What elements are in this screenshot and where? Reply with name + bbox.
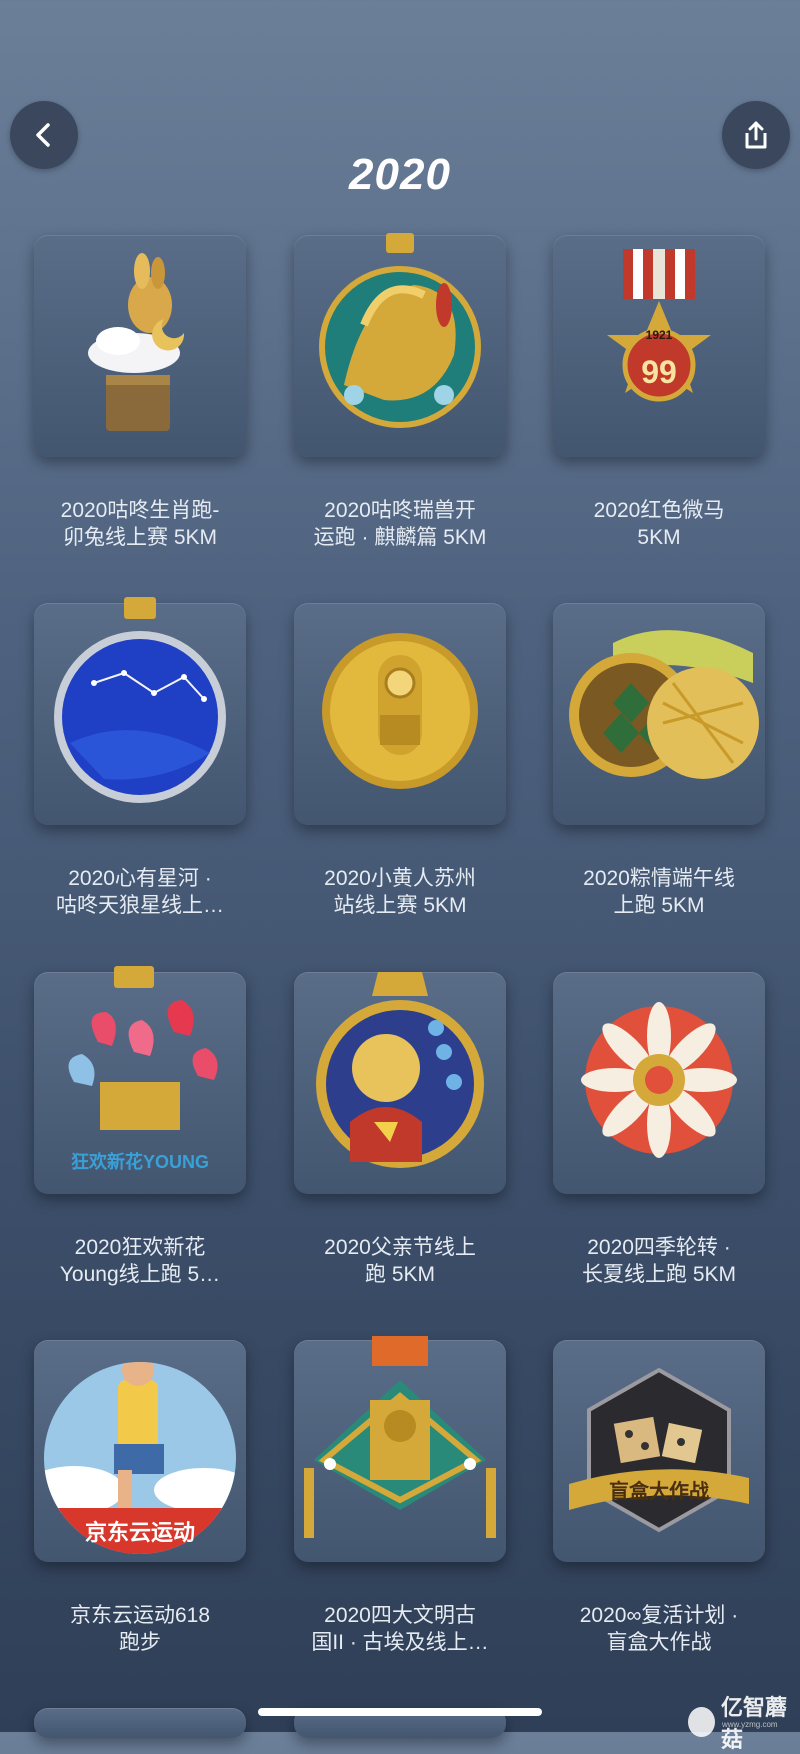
svg-text:狂欢新花YOUNG: 狂欢新花YOUNG (71, 1151, 209, 1172)
balloon-medal-icon: 狂欢新花YOUNG (68, 966, 218, 1172)
mandala-medal-icon (581, 1002, 737, 1158)
superman-medal-icon (316, 972, 484, 1168)
egypt-medal-icon (304, 1336, 496, 1538)
medal-card-egypt[interactable] (294, 1336, 506, 1562)
medal-label: 2020∞复活计划 · 盲盒大作战 (579, 1604, 739, 1654)
medal-card-runner[interactable]: 京东云运动 (34, 1340, 246, 1562)
rabbit-medal-icon (88, 253, 185, 431)
star-river-medal-icon (54, 597, 226, 803)
medal-label: 2020咕咚生肖跑- 卯兔线上赛 5KM (60, 499, 220, 549)
medal-label: 2020小黄人苏州 站线上赛 5KM (324, 867, 476, 917)
svg-text:盲盒大作战: 盲盒大作战 (609, 1479, 709, 1503)
watermark-url: www.yzmg.com (722, 1720, 778, 1729)
qilin-medal-icon (319, 233, 481, 428)
medal-card-dice[interactable]: 盲盒大作战 (553, 1340, 765, 1562)
medal-card-qilin[interactable] (294, 233, 506, 457)
share-icon (745, 121, 767, 149)
medal-card-rabbit[interactable] (34, 235, 246, 457)
svg-text:99: 99 (641, 354, 677, 390)
medal-card-superman[interactable] (294, 972, 506, 1194)
red-star-medal-icon: 1921 99 (607, 249, 711, 402)
medal-label: 2020四季轮转 · 长夏线上跑 5KM (581, 1236, 736, 1286)
medal-card-mandala[interactable] (553, 972, 765, 1194)
medal-label: 2020红色微马 5KM (593, 499, 725, 549)
medal-label: 2020咕咚瑞兽开 运跑 · 麒麟篇 5KM (313, 499, 487, 549)
zongzi-medal-icon (569, 630, 759, 779)
medal-label: 2020心有星河 · 咕咚天狼星线上… (56, 867, 224, 917)
dice-medal-icon: 盲盒大作战 (569, 1367, 749, 1533)
medal-card-balloon[interactable]: 狂欢新花YOUNG (34, 966, 246, 1194)
svg-text:京东云运动: 京东云运动 (85, 1520, 195, 1545)
medal-card-partial[interactable] (34, 1708, 246, 1738)
medal-card-red-star[interactable]: 1921 99 (553, 235, 765, 457)
medal-label: 2020父亲节线上跑 5KM (324, 1236, 476, 1286)
medal-label: 2020狂欢新花 Young线上跑 5… (59, 1236, 221, 1286)
medal-card-minion[interactable] (294, 603, 506, 825)
medal-card-star-river[interactable] (34, 597, 246, 825)
medal-card-zongzi[interactable] (553, 603, 765, 825)
medal-label: 2020四大文明古 国II · 古埃及线上… (311, 1604, 489, 1654)
medal-label: 2020粽情端午线 上跑 5KM (583, 867, 735, 917)
year-title: 2020 (349, 150, 451, 199)
svg-text:1921: 1921 (646, 328, 673, 342)
mushroom-logo-icon (688, 1707, 715, 1737)
minion-medal-icon (322, 633, 478, 789)
runner-medal-icon: 京东云运动 (44, 1362, 236, 1554)
chevron-left-icon (36, 123, 50, 147)
home-indicator[interactable] (258, 1708, 542, 1716)
medal-label: 京东云运动618 跑步 (69, 1604, 211, 1654)
